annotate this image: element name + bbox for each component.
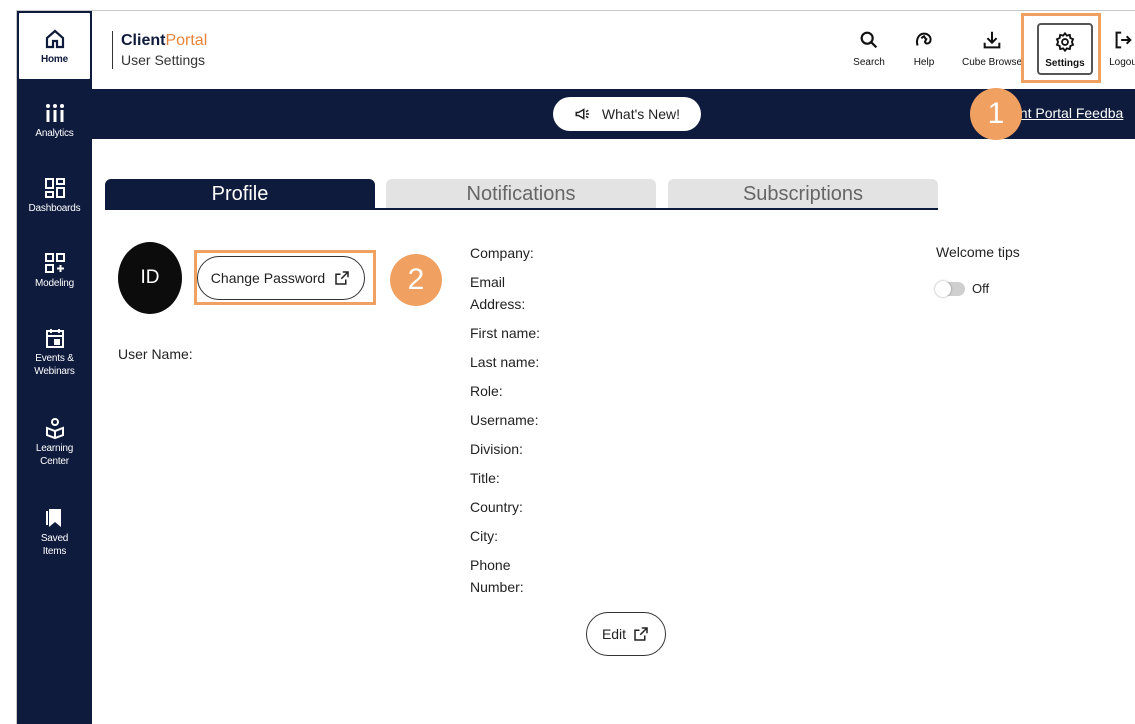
external-link-icon: [634, 627, 648, 641]
field-title: Title:: [470, 467, 500, 489]
feedback-link[interactable]: ent Portal Feedba: [1012, 105, 1123, 121]
tab-subscriptions[interactable]: Subscriptions: [668, 179, 938, 209]
field-company: Company:: [470, 242, 534, 264]
logout-icon: [1115, 31, 1132, 49]
download-icon: [983, 31, 1001, 49]
app-window: Home Analytics Dashboards Modeling Event: [16, 10, 1135, 724]
step-marker-2: 2: [390, 254, 442, 306]
brand-logo[interactable]: ClientPortal: [121, 31, 207, 51]
user-name-label: User Name:: [118, 346, 193, 362]
field-label: Username:: [470, 412, 539, 428]
calendar-icon: [17, 324, 92, 352]
home-icon: [19, 25, 90, 53]
field-label: Number:: [470, 579, 524, 595]
sidebar-item-saved-items[interactable]: Saved Items: [17, 504, 92, 558]
toggle-knob: [935, 281, 951, 297]
external-link-icon: [335, 271, 349, 285]
settings-button-content[interactable]: Settings: [1039, 31, 1091, 69]
cube-browse-button[interactable]: Cube Browse: [957, 29, 1027, 68]
sidebar-item-learning-center[interactable]: Learning Center: [17, 414, 92, 468]
field-username: Username:: [470, 409, 538, 431]
field-label: Phone: [470, 557, 511, 573]
sidebar-item-analytics[interactable]: Analytics: [17, 99, 92, 140]
tab-underline: [105, 208, 938, 210]
dashboards-icon: [17, 174, 92, 202]
sidebar-item-label: Items: [42, 546, 67, 557]
sidebar-item-label: Events &: [35, 353, 74, 364]
field-label: First name:: [470, 325, 541, 341]
bookmark-icon: [17, 504, 92, 532]
field-label: Address:: [470, 296, 526, 312]
field-last-name: Last name:: [470, 351, 539, 373]
sidebar-item-label: Dashboards: [28, 203, 81, 214]
search-button[interactable]: Search: [848, 29, 890, 68]
field-label: Role:: [470, 383, 503, 399]
logout-button[interactable]: Logou: [1103, 29, 1135, 68]
learning-icon: [17, 414, 92, 442]
change-password-label: Change Password: [210, 270, 326, 286]
sidebar-item-label: Saved: [40, 533, 69, 544]
welcome-tips-toggle[interactable]: [935, 281, 965, 297]
tab-profile[interactable]: Profile: [105, 179, 375, 209]
field-division: Division:: [470, 438, 523, 460]
avatar: ID: [118, 242, 182, 314]
settings-label: Settings: [1045, 58, 1085, 69]
brand-bold: Client: [121, 32, 166, 49]
field-role: Role:: [470, 380, 503, 402]
field-city: City:: [470, 525, 498, 547]
megaphone-icon: [575, 108, 589, 120]
brand-light: Portal: [165, 32, 208, 49]
field-label: City:: [470, 528, 498, 544]
step-marker-1: 1: [970, 88, 1022, 140]
field-phone-number: Phone Number:: [470, 554, 524, 598]
sidebar-item-home[interactable]: Home: [17, 11, 92, 81]
logout-label: Logou: [1109, 57, 1135, 68]
tab-notifications[interactable]: Notifications: [386, 179, 656, 209]
field-label: Title:: [470, 470, 500, 486]
whats-new-label: What's New!: [601, 106, 681, 122]
field-label: Division:: [470, 441, 523, 457]
page-subtitle: User Settings: [121, 52, 206, 68]
help-icon: [916, 32, 932, 46]
field-label: Last name:: [470, 354, 540, 370]
search-label: Search: [853, 57, 885, 68]
edit-button[interactable]: Edit: [586, 612, 666, 656]
change-password-button[interactable]: Change Password: [197, 256, 365, 300]
sidebar-item-dashboards[interactable]: Dashboards: [17, 174, 92, 215]
brand: ClientPortal User Settings: [112, 31, 207, 69]
sidebar-item-label: Center: [40, 456, 69, 467]
analytics-icon: [17, 99, 92, 127]
field-country: Country:: [470, 496, 523, 518]
modeling-icon: [17, 249, 92, 277]
edit-label: Edit: [601, 626, 627, 642]
whats-new-button[interactable]: What's New!: [553, 97, 701, 131]
sidebar: Home Analytics Dashboards Modeling Event: [17, 11, 92, 724]
sidebar-item-events-webinars[interactable]: Events & Webinars: [17, 324, 92, 378]
field-label: Country:: [470, 499, 523, 515]
sidebar-item-label: Learning: [35, 443, 74, 454]
field-label: Email: [470, 274, 506, 290]
field-first-name: First name:: [470, 322, 540, 344]
gear-icon: [1055, 31, 1075, 53]
sidebar-item-modeling[interactable]: Modeling: [17, 249, 92, 290]
field-label: Company:: [470, 245, 534, 261]
help-label: Help: [913, 57, 935, 68]
sidebar-item-label: Home: [41, 54, 68, 65]
welcome-tips-state: Off: [972, 281, 990, 296]
cube-browse-label: Cube Browse: [961, 57, 1023, 68]
welcome-tips-label: Welcome tips: [936, 244, 1020, 260]
sidebar-item-label: Modeling: [35, 278, 74, 289]
sidebar-item-label: Analytics: [35, 128, 74, 139]
sidebar-item-label: Webinars: [34, 366, 75, 377]
search-icon: [860, 31, 878, 49]
field-email-address: Email Address:: [470, 271, 525, 315]
help-button[interactable]: Help: [907, 29, 941, 68]
